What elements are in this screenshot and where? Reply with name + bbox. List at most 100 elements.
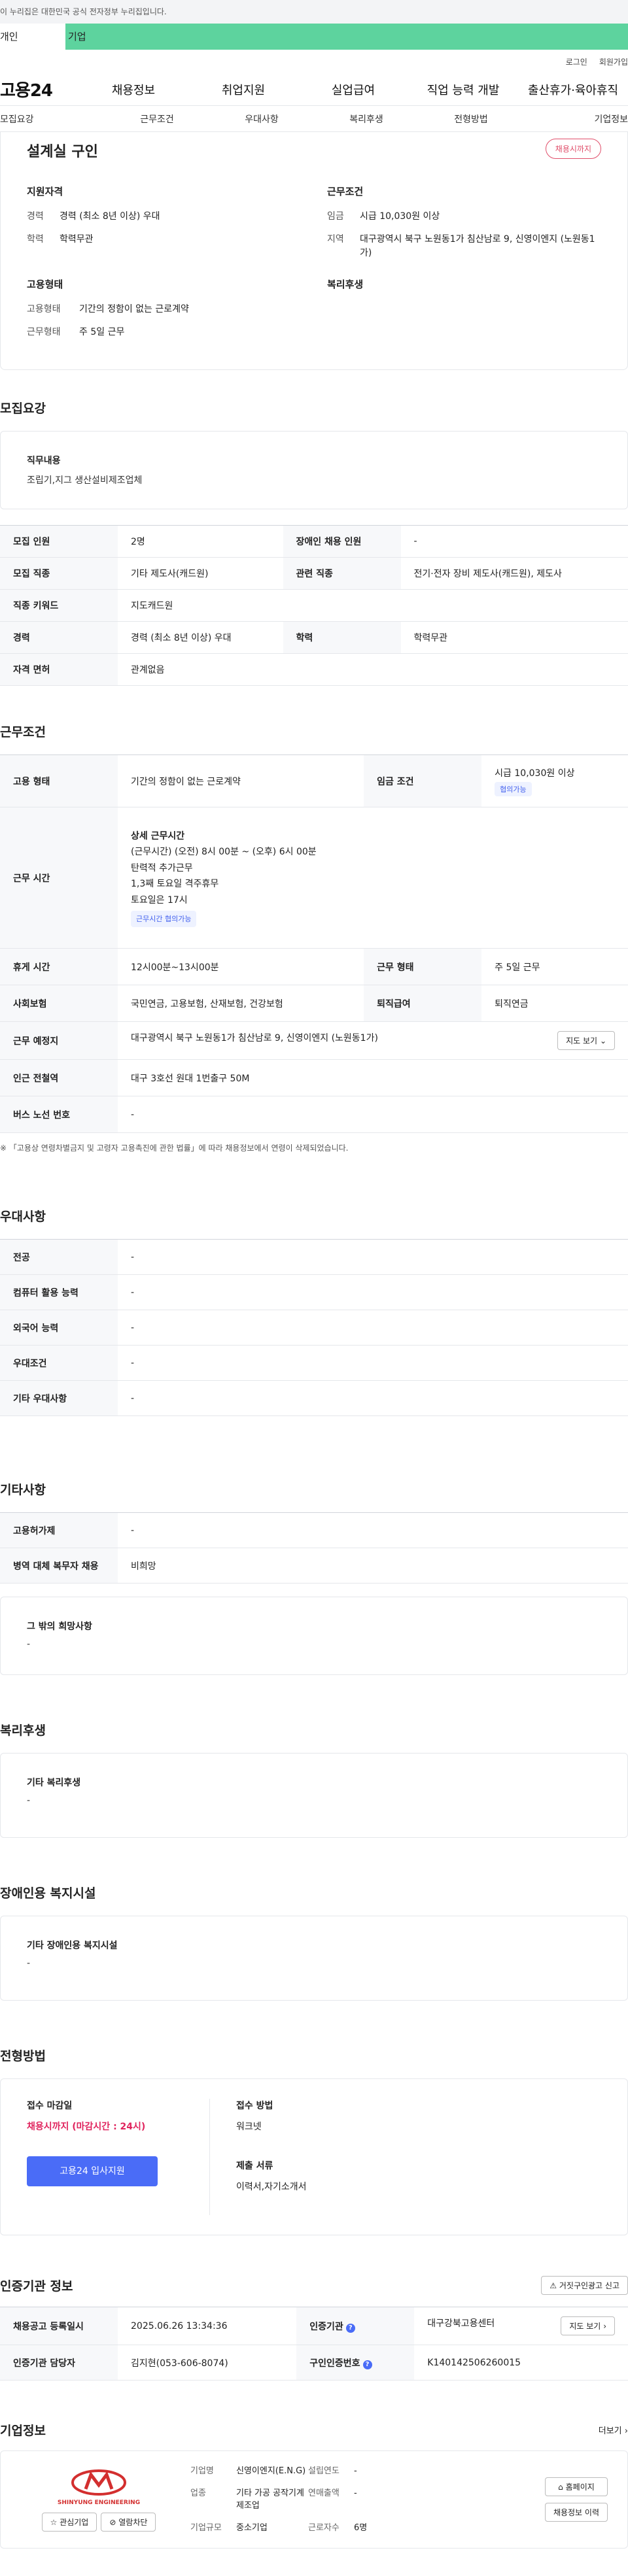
employment-heading: 고용형태 xyxy=(27,279,63,290)
cell: - xyxy=(118,1310,628,1346)
work-address: 대구광역시 북구 노원동1가 침산남로 9, 신영이엔지 (노원동1가) xyxy=(131,1033,378,1043)
company-size: 중소기업 xyxy=(236,2522,268,2533)
cell: 2025.06.26 13:34:36 xyxy=(118,2307,297,2345)
tab-personal[interactable]: 개인 xyxy=(0,24,65,50)
docs-heading: 제출 서류 xyxy=(236,2161,273,2171)
subnav-recruit[interactable]: 모집요강 xyxy=(0,112,105,126)
nav-jobs[interactable]: 채용정보 xyxy=(78,81,188,98)
age-notice: ※ 「고용상 연령차별금지 및 고령자 고용촉진에 관한 법률」에 따라 채용정… xyxy=(0,1144,349,1153)
cert-map-button[interactable]: 지도 보기 › xyxy=(561,2316,615,2335)
cell: 2명 xyxy=(118,525,283,558)
label: 기업규모 xyxy=(190,2522,222,2533)
cell: 관계없음 xyxy=(118,653,628,686)
recruit-table: 모집 인원 2명 장애인 채용 인원 - 모집 직종 기타 제도사(캐드원) 관련 직종 전… xyxy=(0,525,628,686)
etc-heading: 기타사항 xyxy=(0,1483,46,1497)
cell: 휴게 시간 xyxy=(0,948,118,985)
nav-leave[interactable]: 출산휴가·육아휴직 xyxy=(518,81,628,98)
cert-table: 채용공고 등록일시 2025.06.26 13:34:36 인증기관? 대구강북고용센… xyxy=(0,2307,628,2381)
preferences-table: 전공 - 컴퓨터 활용 능력 - 외국어 능력 - 우대조건 - 기타 우대사항 - xyxy=(0,1239,628,1416)
cell: 대구광역시 북구 노원동1가 침산남로 9, 신영이엔지 (노원동1가) 지도 보… xyxy=(118,1021,628,1060)
cell: 근무 형태 xyxy=(364,948,482,985)
cell: 12시00분~13시00분 xyxy=(118,948,364,985)
cell: 시급 10,030원 이상 협의가능 xyxy=(481,754,628,807)
help-icon[interactable]: ? xyxy=(362,2360,372,2369)
company-logo-area: SHINYUNG ENGINEERING ☆ 관심기업 ⊘ 열람차단 xyxy=(20,2468,177,2532)
cell: K140142506260015 xyxy=(414,2345,628,2381)
cell: 학력무관 xyxy=(400,621,628,654)
subnav-company[interactable]: 기업정보 xyxy=(523,112,628,126)
duty-box: 직무내용 조립기,지그 생산설비제조업체 xyxy=(0,431,628,509)
company-actions: ⌂ 홈페이지 채용정보 이력 xyxy=(544,2477,608,2522)
industry: 기타 가공 공작기계 제조업 xyxy=(236,2488,304,2511)
cell: 사회보험 xyxy=(0,985,118,1022)
method-value: 워크넷 xyxy=(236,2122,262,2132)
welfare-heading: 복리후생 xyxy=(327,279,364,290)
label: 근무형태 xyxy=(27,327,61,337)
label: 임금 xyxy=(327,211,344,222)
home-label: 홈페이지 xyxy=(565,2483,595,2492)
selection-box: 접수 마감일 채용시까지 (마감시간 : 24시) 고용24 입사지원 접수 방… xyxy=(0,2078,628,2235)
label: 고용형태 xyxy=(27,304,61,314)
table-row: 버스 노선 번호 - xyxy=(0,1096,628,1133)
login-link[interactable]: 로그인 xyxy=(566,56,587,67)
fav-label: 관심기업 xyxy=(60,2517,89,2527)
table-row: 경력 경력 (최소 8년 이상) 우대 학력 학력무관 xyxy=(0,621,628,654)
subnav-preferences[interactable]: 우대사항 xyxy=(209,112,314,126)
label: 경력 xyxy=(27,211,44,222)
nav-training[interactable]: 직업 능력 개발 xyxy=(408,81,518,98)
map-button[interactable]: 지도 보기 ⌄ xyxy=(557,1031,615,1050)
more-link[interactable]: 더보기 › xyxy=(599,2424,628,2436)
tab-company[interactable]: 기업 xyxy=(65,24,628,50)
label: 학력 xyxy=(27,234,44,245)
other-wishes-value: - xyxy=(27,1639,31,1650)
cell: 우대조건 xyxy=(0,1345,118,1381)
table-row: 근무 예정지 대구광역시 북구 노원동1가 침산남로 9, 신영이엔지 (노원동1… xyxy=(0,1021,628,1060)
table-row: 휴게 시간 12시00분~13시00분 근무 형태 주 5일 근무 xyxy=(0,948,628,985)
signup-link[interactable]: 회원가입 xyxy=(599,56,628,67)
table-row: 근무 시간 상세 근무시간 (근무시간) (오전) 8시 00분 ~ (오후) … xyxy=(0,807,628,949)
report-label: 거짓구인광고 신고 xyxy=(559,2281,619,2290)
cell: 고용허가제 xyxy=(0,1512,118,1548)
subnav-selection[interactable]: 전형방법 xyxy=(419,112,523,126)
table-row: 기타 우대사항 - xyxy=(0,1380,628,1416)
favorite-company-button[interactable]: ☆ 관심기업 xyxy=(41,2512,97,2532)
cert-header: 인증기관 정보 ⚠ 거짓구인광고 신고 xyxy=(0,2276,628,2295)
cell: 퇴직연금 xyxy=(481,985,628,1022)
conditions-heading: 근무조건 xyxy=(0,725,46,739)
label: 지역 xyxy=(327,234,344,245)
employee-count: 6명 xyxy=(354,2522,368,2533)
value: 경력 (최소 8년 이상) 우대 xyxy=(60,211,160,222)
cell: 김지현(053-606-8074) xyxy=(118,2345,297,2381)
subnav-welfare[interactable]: 복리후생 xyxy=(314,112,419,126)
block-view-button[interactable]: ⊘ 열람차단 xyxy=(101,2512,156,2532)
etc-table: 고용허가제 - 병역 대체 복무자 채용 비희망 xyxy=(0,1512,628,1584)
cert-agency-value: 대구강북고용센터 xyxy=(427,2318,495,2329)
hiring-history-button[interactable]: 채용정보 이력 xyxy=(544,2503,608,2522)
cell: 외국어 능력 xyxy=(0,1310,118,1346)
summary-employment: 고용형태 고용형태 기간의 정함이 없는 근로계약 근무형태 주 5일 근무 xyxy=(27,277,301,348)
cert-agency-label: 인증기관 xyxy=(309,2321,343,2332)
user-tabs: 개인 기업 xyxy=(0,24,628,50)
apply-button[interactable]: 고용24 입사지원 xyxy=(27,2156,158,2186)
deadline-column: 접수 마감일 채용시까지 (마감시간 : 24시) 고용24 입사지원 xyxy=(27,2099,210,2215)
cell: 고용 형태 xyxy=(0,754,118,807)
nav-unemployment[interactable]: 실업급여 xyxy=(298,81,408,98)
block-icon: ⊘ xyxy=(109,2517,116,2527)
homepage-button[interactable]: ⌂ 홈페이지 xyxy=(544,2477,608,2496)
site-logo[interactable]: 고용24 xyxy=(0,77,78,101)
table-row: 사회보험 국민연금, 고용보험, 산재보험, 건강보험 퇴직급여 퇴직연금 xyxy=(0,985,628,1022)
report-false-ad-button[interactable]: ⚠ 거짓구인광고 신고 xyxy=(541,2276,628,2295)
work-heading: 근무조건 xyxy=(327,186,364,197)
hours-line: 토요일은 17시 xyxy=(131,894,188,906)
cell: 기타 제도사(캐드원) xyxy=(118,557,283,590)
help-icon[interactable]: ? xyxy=(345,2323,355,2333)
negotiable-chip: 협의가능 xyxy=(495,781,532,796)
subnav-conditions[interactable]: 근무조건 xyxy=(105,112,209,126)
cert-number-label: 구인인증번호 xyxy=(309,2358,360,2369)
label: 근로자수 xyxy=(308,2522,340,2533)
disability-box: 기타 장애인용 복지시설 - xyxy=(0,1916,628,2001)
other-wishes-box: 그 밖의 희망사항 - xyxy=(0,1597,628,1675)
nav-employment-support[interactable]: 취업지원 xyxy=(188,81,298,98)
cell: 퇴직급여 xyxy=(364,985,482,1022)
job-title: 설계실 구인 xyxy=(27,144,98,160)
